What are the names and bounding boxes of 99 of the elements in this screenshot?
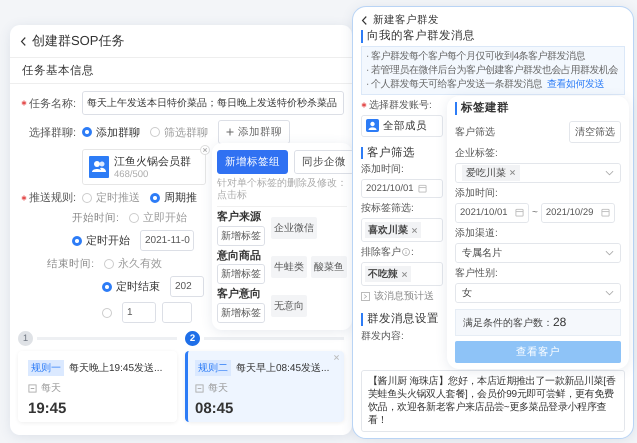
info-icon[interactable]: [402, 248, 410, 256]
calendar-icon: [195, 384, 204, 392]
close-icon[interactable]: [411, 226, 418, 234]
step-number[interactable]: 1: [18, 331, 33, 346]
field-label: 群发内容:: [361, 330, 404, 343]
notice-text: · 若管理员在微伴后台为客户创建客户群发也会占用群发机会: [366, 64, 620, 77]
chevron-down-icon[interactable]: [605, 170, 614, 176]
calendar-icon: [600, 208, 610, 218]
user-icon: [366, 119, 379, 132]
radio-option[interactable]: 定时结束: [102, 279, 160, 294]
select-field[interactable]: 女: [455, 282, 621, 303]
select-field[interactable]: 专属名片: [455, 242, 621, 263]
back-icon[interactable]: [20, 36, 27, 46]
select-field[interactable]: [162, 302, 192, 323]
field-label: 企业标签:: [455, 146, 499, 160]
hint-text: 针对单个标签的删除及修改：点击标: [217, 178, 347, 207]
label-colon: :: [411, 246, 414, 258]
field-label: 开始时间:: [72, 210, 119, 224]
tag: 爱吃川菜: [462, 164, 520, 181]
close-icon[interactable]: [333, 354, 340, 361]
notice-text: · 个人群发每天可给客户发送一条群发消息 查看如何发送: [366, 78, 606, 91]
field-label: 结束时间:: [47, 256, 94, 270]
clear-filter-button[interactable]: 清空筛选: [569, 120, 621, 143]
tag-field[interactable]: 不吃辣: [361, 262, 443, 286]
customer-count: 28: [553, 314, 566, 329]
rule-tag: 规则一: [28, 360, 64, 376]
calendar-icon: [418, 184, 427, 194]
add-tag-button[interactable]: 新增标签: [217, 302, 265, 323]
chevron-down-icon[interactable]: [605, 290, 614, 296]
section-title: 任务基本信息: [22, 65, 94, 77]
field-label: 添加渠道:: [455, 226, 499, 240]
repeat-text: 每天: [208, 382, 228, 395]
account-chip[interactable]: 全部成员: [361, 114, 443, 137]
tag: 不吃辣: [365, 266, 411, 282]
panel-title: 标签建群: [455, 102, 621, 115]
add-tag-button[interactable]: 新增标签: [217, 226, 265, 246]
plus-icon: [226, 128, 234, 136]
name-field[interactable]: 每天上午发送本日特价菜品；每日晚上发送特价秒杀菜品: [82, 91, 344, 115]
date-field[interactable]: 2021-11-0: [140, 230, 194, 251]
radio-option[interactable]: 添加群聊: [82, 124, 140, 140]
field-label: 选择群发账号:: [369, 98, 432, 112]
date-field[interactable]: 2021/10/01: [361, 179, 443, 198]
group-name: 江鱼火锅会员群: [114, 155, 191, 169]
tag-select[interactable]: 爱吃川菜: [455, 162, 621, 183]
field-label: 推送规则:: [28, 191, 76, 205]
chevron-down-icon[interactable]: [605, 250, 614, 256]
close-icon[interactable]: [401, 270, 408, 278]
field-label: 选择群聊:: [28, 126, 76, 140]
rule-title: 每天早上08:45发送...: [236, 362, 330, 375]
field-label: 客户筛选: [455, 126, 495, 139]
radio-option[interactable]: [102, 308, 112, 318]
calendar-icon: [515, 208, 524, 218]
date-field[interactable]: 2021/10/29: [540, 202, 615, 223]
add-tag-button[interactable]: 新增标签: [217, 264, 265, 284]
rule-tag: 规则二: [195, 360, 231, 376]
repeat-text: 每天: [41, 382, 61, 395]
tag-group-name: 客户意向: [217, 288, 261, 301]
radio-option[interactable]: 周期推: [150, 190, 197, 205]
message-box[interactable]: 【酱川厨 海珠店】您好，本店近期推出了一款新品川菜[香芙蛙鱼头火锅双人套餐]，会员价99元即可尝鲜，更有免费饮品，欢迎各新老客户来店品尝~更多菜品登录小程序查看！: [361, 370, 625, 432]
close-icon[interactable]: [509, 169, 516, 176]
rule-time: 19:45: [28, 400, 68, 417]
tag[interactable]: 酸菜鱼: [311, 256, 347, 278]
page-title: 新建客户群发: [373, 13, 439, 27]
section-title: 向我的客户群发消息: [361, 30, 625, 43]
member-count: 468/500: [114, 169, 150, 180]
step-number[interactable]: 2: [185, 331, 200, 346]
back-icon[interactable]: [361, 14, 368, 26]
field-label: 任务名称:: [28, 96, 76, 110]
tag[interactable]: 企业微信: [271, 217, 317, 240]
range-separator: ~: [532, 207, 538, 218]
tag: 喜欢川菜: [365, 222, 421, 238]
page-title: 创建群SOP任务: [32, 32, 124, 50]
estimate-text: 该消息预计送: [374, 290, 434, 304]
field-label: 排除客户: [361, 246, 401, 260]
field-label: 客户性别:: [455, 266, 499, 280]
notice-text: · 客户群发每个客户每个月仅可收到4条客户群发消息: [366, 50, 586, 63]
rule-time: 08:45: [195, 400, 234, 417]
rule-title: 每天晚上19:45发送...: [69, 362, 162, 375]
radio-option[interactable]: 定时开始: [72, 233, 130, 248]
tag[interactable]: 无意向: [271, 294, 307, 317]
sync-button[interactable]: 同步企微: [294, 150, 354, 174]
add-group-button[interactable]: 添加群聊: [218, 120, 290, 144]
field-label: 添加时间:: [361, 162, 404, 176]
date-field[interactable]: 202: [170, 276, 204, 297]
estimate-icon: [361, 292, 370, 301]
date-field[interactable]: 2021/10/01: [455, 202, 529, 223]
field-label: 按标签筛选:: [361, 202, 414, 216]
calendar-icon: [28, 384, 37, 392]
field-label: 添加时间:: [455, 186, 499, 200]
new-tag-group-button[interactable]: 新增标签组: [217, 150, 288, 174]
tag-group-name: 意向商品: [217, 250, 261, 262]
tag[interactable]: 牛蛙类: [271, 256, 307, 278]
tag-group-name: 客户来源: [217, 211, 261, 224]
tag-field[interactable]: 喜欢川菜: [361, 218, 443, 242]
rule-card[interactable]: 规则一 每天晚上19:45发送... 每天 19:45: [18, 351, 177, 422]
group-icon: [89, 156, 109, 178]
rule-card[interactable]: 规则二 每天早上08:45发送... 每天 08:45: [185, 351, 344, 422]
number-field[interactable]: 1: [122, 302, 156, 323]
help-link[interactable]: 查看如何发送: [547, 78, 604, 90]
